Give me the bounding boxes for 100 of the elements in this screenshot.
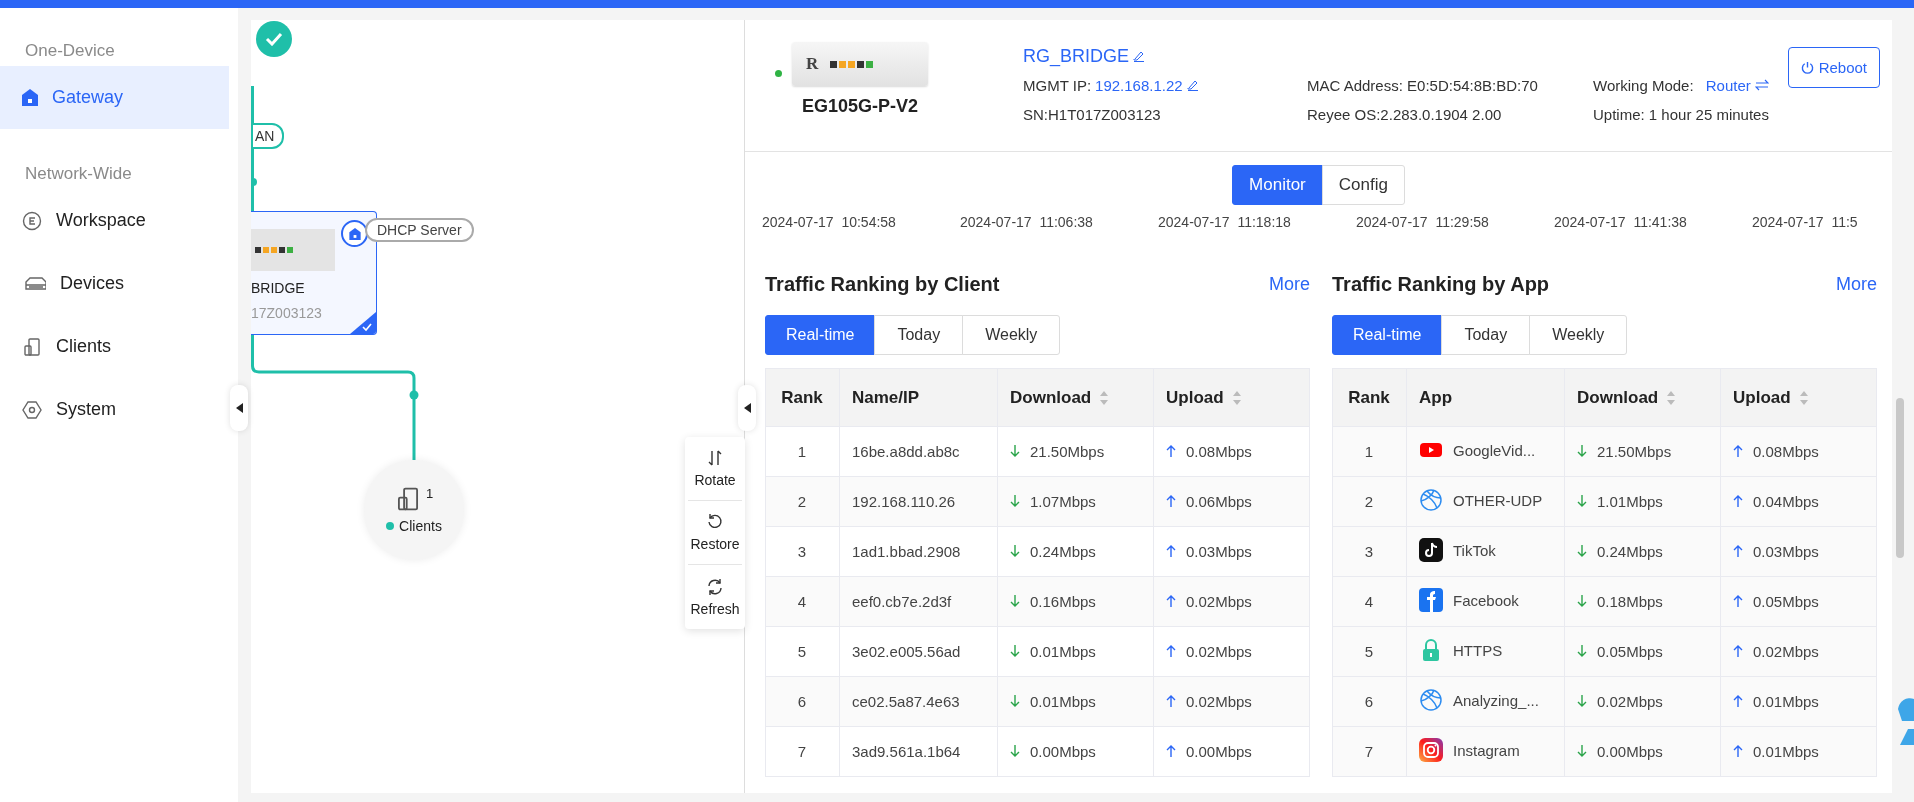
column-header[interactable]: Download — [997, 368, 1154, 427]
period-tab[interactable]: Today — [874, 315, 964, 355]
download-rate: 21.50Mbps — [1597, 442, 1672, 460]
view-tab[interactable]: Config — [1321, 165, 1405, 205]
down-arrow-icon — [1010, 595, 1020, 608]
up-arrow-icon — [1166, 495, 1176, 508]
column-title: Upload — [1166, 387, 1224, 408]
rank-cell: 4 — [1332, 576, 1407, 627]
time-axis-label: 2024-07-17 11:5 — [1752, 214, 1859, 230]
down-arrow-icon — [1577, 445, 1587, 458]
link-dot — [409, 390, 419, 400]
sort-icon[interactable] — [1666, 389, 1677, 406]
os-version: Reyee OS:2.283.0.1904 2.00 — [1307, 105, 1502, 123]
collapse-icon — [743, 403, 751, 413]
period-tab[interactable]: Real-time — [1332, 315, 1443, 355]
serial-number: SN:H1T017Z003123 — [1023, 105, 1161, 123]
section-title: Network-Wide — [24, 163, 133, 185]
device-logo: R — [806, 54, 819, 74]
up-arrow-icon — [1166, 745, 1176, 758]
sort-icon[interactable] — [1798, 389, 1809, 406]
download-rate: 0.18Mbps — [1597, 592, 1663, 610]
rank-cell: 7 — [765, 726, 840, 777]
period-tab[interactable]: Real-time — [765, 315, 876, 355]
more-link[interactable]: More — [1836, 273, 1877, 295]
sort-icon[interactable] — [1231, 389, 1242, 406]
port-label: AN — [251, 123, 285, 149]
download-rate: 0.01Mbps — [1030, 692, 1096, 710]
client-cell: 3e02.e005.56ad — [839, 626, 998, 677]
collapse-handle[interactable] — [230, 385, 248, 431]
upload-rate: 0.00Mbps — [1186, 742, 1252, 760]
rank-cell: 4 — [765, 576, 840, 627]
client-count: 1 — [425, 486, 434, 501]
nav-item[interactable]: Clients — [0, 315, 229, 378]
period-tab[interactable]: Weekly — [962, 315, 1061, 355]
tool-button[interactable]: Refresh — [688, 565, 742, 629]
collapse-handle[interactable] — [738, 385, 756, 431]
clients-node[interactable]: 1 Clients — [364, 460, 464, 560]
collapse-icon — [235, 403, 243, 413]
camera-icon — [1419, 738, 1443, 762]
upload-rate: 0.02Mbps — [1186, 592, 1252, 610]
up-arrow-icon — [1166, 695, 1176, 708]
reboot-button[interactable]: Reboot — [1787, 47, 1880, 88]
nav-item[interactable]: Workspace — [0, 189, 229, 252]
column-header[interactable]: Upload — [1720, 368, 1877, 427]
panel-title: Traffic Ranking by Client — [765, 272, 1000, 296]
upload-rate: 0.03Mbps — [1753, 542, 1819, 560]
upload-rate: 0.04Mbps — [1753, 492, 1819, 510]
upload-rate: 0.02Mbps — [1753, 642, 1819, 660]
edit-icon[interactable] — [1186, 79, 1199, 91]
globe-icon — [1419, 488, 1443, 512]
period-tab[interactable]: Weekly — [1529, 315, 1628, 355]
nav-item[interactable]: Gateway — [0, 66, 229, 129]
down-arrow-icon — [1010, 495, 1020, 508]
music-note-icon — [1419, 538, 1443, 562]
app-name: GoogleVid... — [1453, 441, 1536, 459]
more-link[interactable]: More — [1269, 273, 1310, 295]
switch-icon[interactable] — [1754, 79, 1769, 91]
device-model: EG105G-P-V2 — [801, 96, 919, 117]
app-name: Analyzing_... — [1453, 691, 1539, 709]
rank-cell: 2 — [1332, 476, 1407, 527]
ip-link[interactable]: 192.168.1.22 — [1095, 76, 1183, 94]
power-icon — [1800, 61, 1814, 74]
edit-icon[interactable] — [1133, 50, 1146, 62]
period-tab[interactable]: Today — [1441, 315, 1531, 355]
up-arrow-icon — [1733, 645, 1743, 658]
column-header[interactable]: Upload — [1153, 368, 1310, 427]
nav-item[interactable]: Devices — [0, 252, 229, 315]
tool-button[interactable]: Rotate — [688, 437, 742, 501]
client-cell: 192.168.110.26 — [839, 476, 998, 527]
clients-label: Clients — [399, 518, 442, 534]
refresh-icon — [706, 577, 724, 596]
restore-icon — [706, 513, 724, 531]
down-arrow-icon — [1010, 445, 1020, 458]
assistant-icon[interactable] — [1896, 695, 1914, 747]
up-arrow-icon — [1733, 695, 1743, 708]
upload-rate: 0.01Mbps — [1753, 692, 1819, 710]
upload-rate: 0.05Mbps — [1753, 592, 1819, 610]
mode-link[interactable]: Router — [1705, 76, 1751, 94]
rank-cell: 3 — [765, 526, 840, 577]
device-card[interactable]: BRIDGE 17Z003123 — [251, 211, 377, 335]
rank-cell: 6 — [765, 676, 840, 727]
sort-icon[interactable] — [1099, 389, 1110, 406]
app-name: HTTPS — [1453, 641, 1503, 659]
upload-rate: 0.01Mbps — [1753, 742, 1819, 760]
down-arrow-icon — [1577, 595, 1587, 608]
view-tab[interactable]: Monitor — [1232, 165, 1323, 205]
download-rate: 0.00Mbps — [1597, 742, 1663, 760]
workspace-icon — [22, 210, 42, 231]
up-arrow-icon — [1733, 595, 1743, 608]
column-title: Upload — [1733, 387, 1791, 408]
tool-button[interactable]: Restore — [688, 501, 742, 565]
download-rate: 0.00Mbps — [1030, 742, 1096, 760]
column-header[interactable]: Download — [1564, 368, 1721, 427]
up-arrow-icon — [1166, 595, 1176, 608]
scrollbar-thumb[interactable] — [1896, 398, 1904, 558]
app-name: TikTok — [1453, 541, 1496, 559]
nav-item[interactable]: System — [0, 378, 229, 441]
upload-rate: 0.02Mbps — [1186, 692, 1252, 710]
device-name-link[interactable]: RG_BRIDGE — [1023, 45, 1130, 67]
app-name: Facebook — [1453, 591, 1519, 609]
